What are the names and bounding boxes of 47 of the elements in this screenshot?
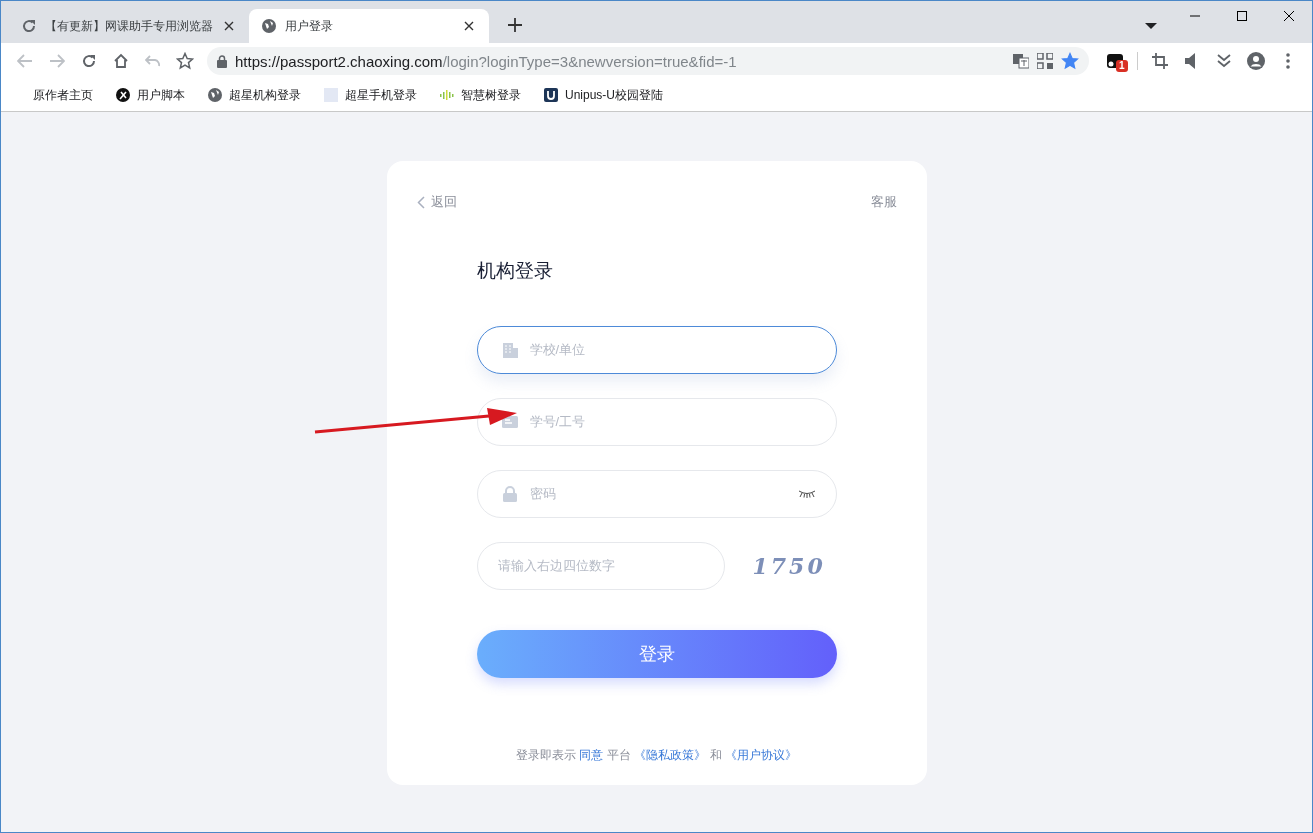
close-icon — [464, 21, 474, 31]
back-link[interactable]: 返回 — [416, 193, 457, 211]
browser-tab[interactable]: 【有更新】网课助手专用浏览器 — [9, 9, 249, 43]
square-icon — [323, 87, 339, 103]
url-text: https://passport2.chaoxing.com/login?loginType=3&newversion=true&fid=-1 — [235, 52, 738, 70]
form-title: 机构登录 — [476, 259, 554, 283]
browser-tab[interactable]: 用户登录 — [249, 9, 489, 43]
u-logo-icon — [543, 87, 559, 103]
bookmark-item[interactable]: 用户脚本 — [111, 84, 189, 106]
notification-badge: 1 — [1116, 60, 1128, 72]
agreement-link[interactable]: 《隐私政策》 — [634, 748, 707, 762]
bookmark-item[interactable]: 超星机构登录 — [203, 84, 305, 106]
login-button[interactable]: 登录 — [476, 630, 837, 678]
agreement-text: 登录即表示 同意 平台 《隐私政策》 和 《用户协议》 — [515, 747, 798, 764]
new-tab-icon[interactable] — [508, 18, 522, 32]
qr-code-icon[interactable] — [1037, 53, 1053, 69]
translate-icon[interactable] — [1013, 53, 1029, 69]
customer-service-link[interactable]: 客服 — [870, 193, 897, 211]
globe-icon — [207, 87, 223, 103]
maximize-icon[interactable] — [1236, 11, 1247, 21]
reload-icon — [21, 18, 37, 34]
agreement-link[interactable]: 同意 — [579, 748, 604, 762]
lock-icon — [217, 54, 227, 68]
dropdown-icon[interactable] — [1145, 22, 1157, 30]
chevron-left-icon — [416, 195, 425, 209]
building-icon — [501, 342, 518, 358]
star-icon[interactable] — [176, 52, 194, 70]
crop-icon[interactable] — [1152, 53, 1168, 69]
close-icon[interactable] — [1283, 11, 1294, 21]
double-chevron-icon[interactable] — [1217, 54, 1231, 68]
home-icon[interactable] — [113, 53, 129, 69]
bars-icon — [439, 87, 455, 103]
reload-icon[interactable] — [81, 53, 97, 69]
close-icon — [224, 21, 234, 31]
address-bar[interactable]: https://passport2.chaoxing.com/login?loginType=3&newversion=true&fid=-1 — [207, 47, 1089, 75]
eye-closed-icon[interactable] — [797, 490, 816, 498]
menu-icon[interactable] — [1286, 53, 1290, 69]
bookmark-item[interactable]: Unipus-U校园登陆 — [539, 84, 667, 106]
captcha-image[interactable]: 1750 — [752, 553, 826, 579]
bookmark-item[interactable]: 智慧树登录 — [435, 84, 525, 106]
globe-icon — [261, 18, 277, 34]
bookmark-item[interactable]: 超星手机登录 — [319, 84, 421, 106]
bookmark-item[interactable]: 原作者主页 — [29, 84, 97, 106]
bookmark-star-icon[interactable] — [1061, 52, 1079, 70]
agreement-link[interactable]: 《用户协议》 — [724, 748, 797, 762]
lock-icon — [501, 486, 518, 502]
account-icon[interactable] — [1247, 52, 1265, 70]
